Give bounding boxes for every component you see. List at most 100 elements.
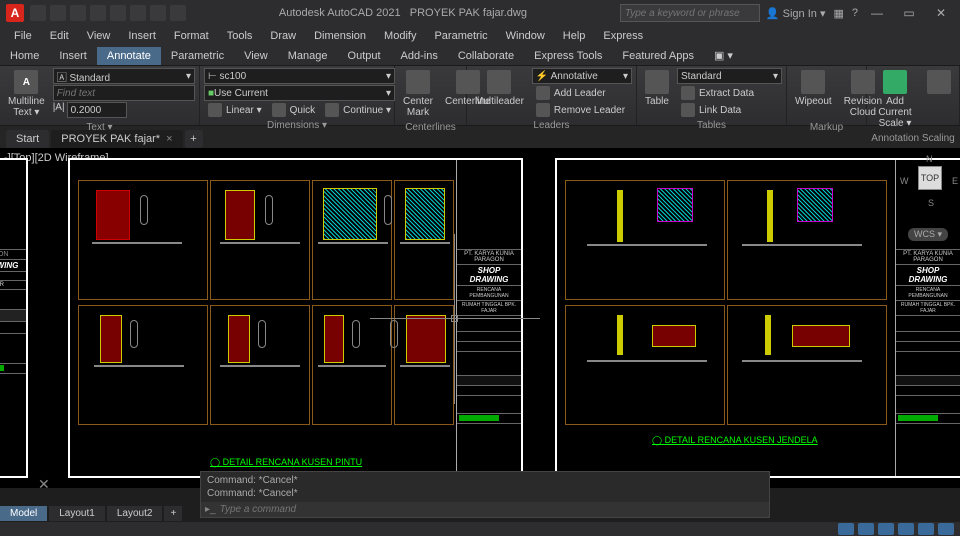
ribbon-tab-manage[interactable]: Manage [278, 47, 338, 65]
qat-share-icon[interactable] [170, 5, 186, 21]
viewcube[interactable]: N E S W TOP [910, 158, 950, 218]
layout-tab-layout1[interactable]: Layout1 [49, 506, 105, 521]
text-style-dropdown[interactable]: 🄰 Standard▾ [53, 68, 195, 84]
wcs-dropdown[interactable]: WCS ▾ [908, 228, 948, 241]
status-icon[interactable] [938, 523, 954, 535]
multiline-text-button[interactable]: A Multiline Text ▾ [4, 68, 49, 120]
ribbon-tab-more[interactable]: ▣ ▾ [704, 46, 743, 65]
command-line[interactable]: Command: *Cancel* Command: *Cancel* ▸_ [200, 471, 770, 518]
maximize-icon[interactable]: ▭ [896, 6, 922, 20]
ribbon-panel-leaders: Multileader ⚡ Annotative▾ Add Leader Rem… [467, 66, 637, 125]
menubar: File Edit View Insert Format Tools Draw … [0, 26, 960, 46]
qat-open-icon[interactable] [50, 5, 66, 21]
menu-draw[interactable]: Draw [262, 28, 304, 44]
wipeout-button[interactable]: Wipeout [791, 68, 836, 109]
status-icon[interactable] [838, 523, 854, 535]
ribbon-tab-addins[interactable]: Add-ins [391, 47, 448, 65]
menu-insert[interactable]: Insert [120, 28, 164, 44]
status-icon[interactable] [858, 523, 874, 535]
text-height-input[interactable] [67, 102, 127, 118]
quick-access-toolbar [30, 5, 186, 21]
menu-modify[interactable]: Modify [376, 28, 424, 44]
help-icon[interactable]: ? [852, 7, 858, 19]
statusbar [0, 522, 960, 536]
dim-quick-button[interactable]: Quick [268, 102, 320, 118]
close-icon[interactable]: ✕ [928, 6, 954, 20]
ribbon-tab-view[interactable]: View [234, 47, 278, 65]
ribbon-panel-tables: Table Standard▾ Extract Data Link Data T… [637, 66, 787, 125]
sheet-left-partial: PARAGON DRAWING GUNAN PK. FAJAR [0, 158, 28, 478]
layout-tab-add[interactable]: + [164, 506, 182, 521]
ribbon-tab-featuredapps[interactable]: Featured Apps [612, 47, 704, 65]
link-data-button[interactable]: Link Data [677, 102, 782, 118]
menu-help[interactable]: Help [555, 28, 594, 44]
qat-plot-icon[interactable] [110, 5, 126, 21]
qat-undo-icon[interactable] [130, 5, 146, 21]
table-style-dropdown[interactable]: Standard▾ [677, 68, 782, 84]
ribbon-panel-text: A Multiline Text ▾ 🄰 Standard▾ |A| Text … [0, 66, 200, 125]
panel-label-centerlines: Centerlines [399, 120, 462, 133]
extract-data-button[interactable]: Extract Data [677, 85, 782, 101]
menu-parametric[interactable]: Parametric [426, 28, 495, 44]
menu-dimension[interactable]: Dimension [306, 28, 374, 44]
ribbon-tab-expresstools[interactable]: Express Tools [524, 47, 612, 65]
qat-redo-icon[interactable] [150, 5, 166, 21]
sheet-2: ◯ DETAIL RENCANA KUSEN JENDELA PT. KARYA… [555, 158, 960, 478]
menu-tools[interactable]: Tools [219, 28, 261, 44]
keyword-search-input[interactable] [620, 4, 760, 22]
menu-view[interactable]: View [79, 28, 119, 44]
floating-close-icon[interactable]: ✕ [38, 476, 50, 493]
status-icon[interactable] [898, 523, 914, 535]
status-icon[interactable] [918, 523, 934, 535]
signin-button[interactable]: 👤 Sign In ▾ [766, 7, 826, 20]
minimize-icon[interactable]: — [864, 6, 890, 20]
qat-save-icon[interactable] [70, 5, 86, 21]
ribbon-panel-dimensions: ⊢ sc100▾ ■ Use Current▾ Linear ▾ Quick C… [200, 66, 395, 125]
ribbon-tab-parametric[interactable]: Parametric [161, 47, 234, 65]
menu-window[interactable]: Window [498, 28, 553, 44]
qat-saveas-icon[interactable] [90, 5, 106, 21]
center-mark-button[interactable]: Center Mark [399, 68, 437, 120]
remove-leader-button[interactable]: Remove Leader [532, 102, 632, 118]
ribbon-tab-annotate[interactable]: Annotate [97, 47, 161, 65]
multileader-button[interactable]: Multileader [471, 68, 528, 109]
ribbon-tab-insert[interactable]: Insert [49, 47, 97, 65]
ribbon-panel-scaling: Add Current Scale ▾ Annotation Scaling [867, 66, 960, 125]
new-tab-button[interactable]: + [185, 130, 203, 148]
autodesk-app-icon[interactable]: ▦ [833, 7, 843, 20]
menu-format[interactable]: Format [166, 28, 217, 44]
file-tab-start[interactable]: Start [6, 130, 49, 148]
add-current-scale-button[interactable]: Add Current Scale ▾ [871, 68, 919, 131]
titlebar: A Autodesk AutoCAD 2021 PROYEK PAK fajar… [0, 0, 960, 26]
qat-new-icon[interactable] [30, 5, 46, 21]
dim-continue-button[interactable]: Continue ▾ [321, 102, 395, 118]
menu-file[interactable]: File [6, 28, 40, 44]
drawing-area[interactable]: -][Top][2D Wireframe] PARAGON DRAWING GU… [0, 148, 960, 488]
layout-tab-layout2[interactable]: Layout2 [107, 506, 163, 521]
sheet1-detail-title: ◯ DETAIL RENCANA KUSEN PINTU [210, 457, 362, 468]
table-button[interactable]: Table [641, 68, 673, 109]
ribbon-panel-markup: Wipeout Revision Cloud Markup [787, 66, 867, 125]
file-tab-close-icon[interactable]: × [166, 133, 172, 145]
command-input[interactable] [220, 504, 765, 515]
viewcube-top[interactable]: TOP [918, 166, 942, 190]
file-tab-proyek[interactable]: PROYEK PAK fajar*× [51, 130, 182, 148]
add-leader-button[interactable]: Add Leader [532, 85, 632, 101]
crosshair-box [451, 315, 458, 322]
layout-tab-model[interactable]: Model [0, 506, 47, 521]
leader-style-dropdown[interactable]: ⚡ Annotative▾ [532, 68, 632, 84]
ribbon-tab-collaborate[interactable]: Collaborate [448, 47, 524, 65]
dimstyle-dropdown[interactable]: ⊢ sc100▾ [204, 68, 395, 84]
dim-linear-button[interactable]: Linear ▾ [204, 102, 266, 118]
find-text-input[interactable] [53, 85, 195, 101]
ribbon-tab-output[interactable]: Output [338, 47, 391, 65]
ribbon-tab-home[interactable]: Home [0, 47, 49, 65]
scale-list-button[interactable] [923, 68, 955, 96]
use-current-dropdown[interactable]: ■ Use Current▾ [204, 85, 395, 101]
menu-edit[interactable]: Edit [42, 28, 77, 44]
status-icon[interactable] [878, 523, 894, 535]
panel-label-scaling: Annotation Scaling [871, 131, 955, 144]
menu-express[interactable]: Express [595, 28, 651, 44]
app-logo[interactable]: A [6, 4, 24, 22]
panel-label-leaders: Leaders [471, 118, 632, 131]
